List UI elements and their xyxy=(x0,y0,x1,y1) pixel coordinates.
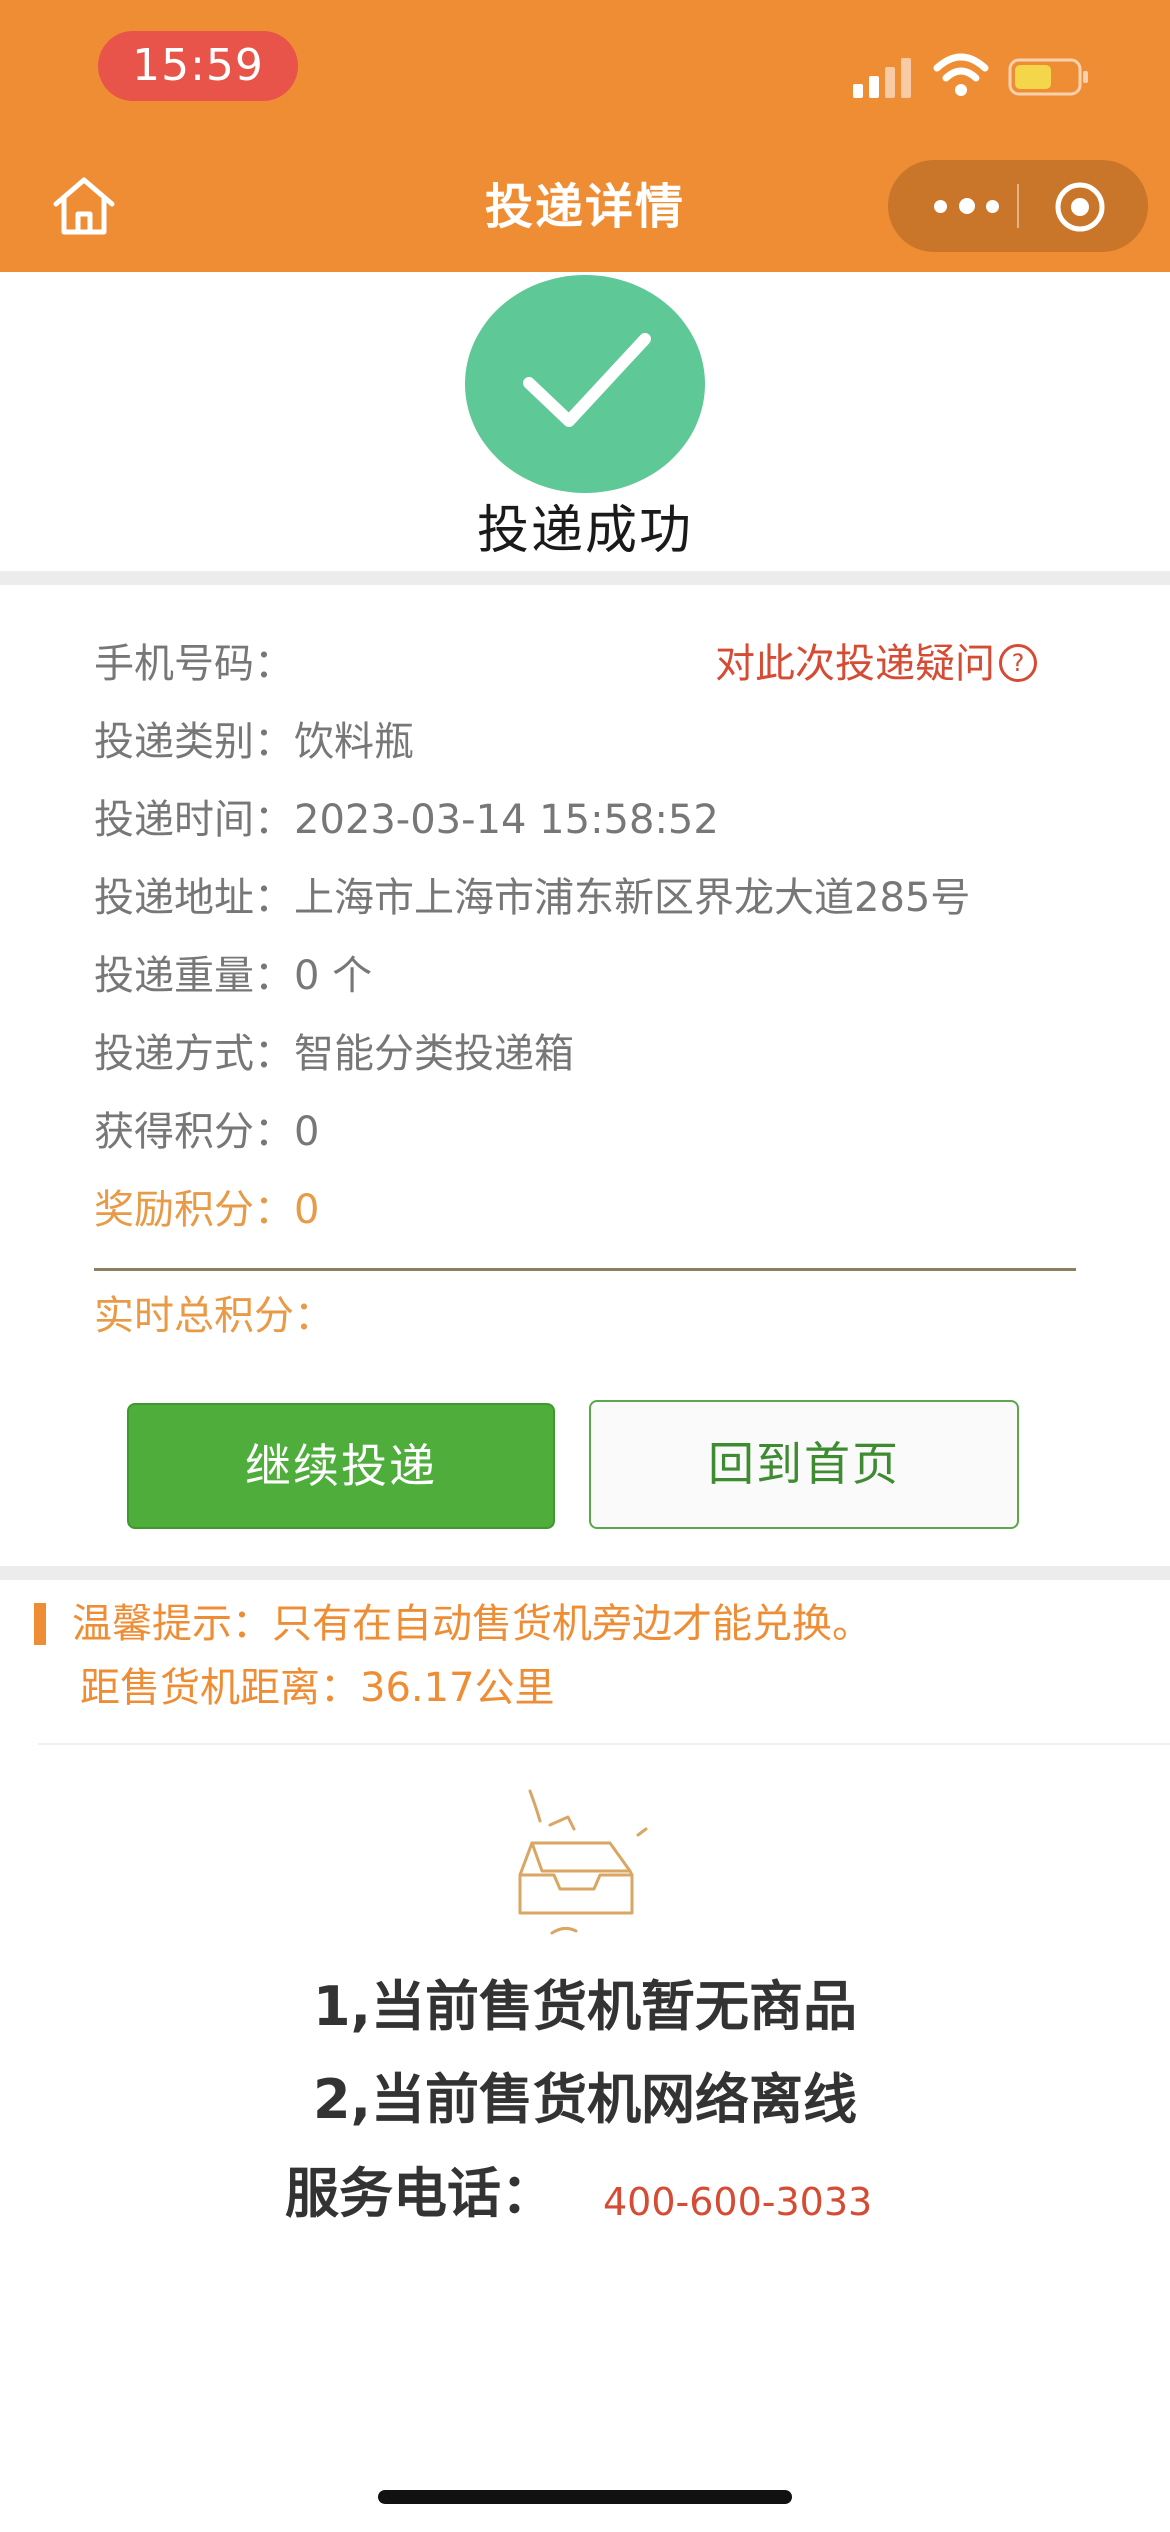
question-link-text: 对此次投递疑问 xyxy=(715,641,995,687)
address-row: 投递地址：上海市上海市浦东新区界龙大道285号 xyxy=(94,866,970,930)
address-label: 投递地址： xyxy=(94,875,294,921)
category-value: 饮料瓶 xyxy=(294,719,414,765)
category-row: 投递类别：饮料瓶 xyxy=(94,710,414,774)
tip-accent-bar xyxy=(34,1603,46,1645)
category-label: 投递类别： xyxy=(94,719,294,765)
weight-row: 投递重量：0 个 xyxy=(94,944,372,1008)
points-value: 0 xyxy=(294,1109,320,1155)
notice-offline: 2,当前售货机网络离线 xyxy=(312,2068,858,2131)
home-icon[interactable] xyxy=(50,174,118,238)
service-label: 服务电话： xyxy=(285,2162,555,2225)
time-label: 投递时间： xyxy=(94,797,294,843)
method-label: 投递方式： xyxy=(94,1031,294,1077)
tip-text: 温馨提示：只有在自动售货机旁边才能兑换。 xyxy=(72,1601,872,1647)
capsule-divider xyxy=(1017,184,1019,228)
section-divider-2 xyxy=(0,1566,1170,1580)
address-value: 上海市上海市浦东新区界龙大道285号 xyxy=(294,875,971,921)
question-link[interactable]: 对此次投递疑问? xyxy=(715,632,1037,696)
points-row: 获得积分：0 xyxy=(94,1100,319,1164)
success-badge xyxy=(465,275,705,493)
status-time: 15:59 xyxy=(98,31,298,101)
home-indicator[interactable] xyxy=(378,2490,792,2504)
phone-label: 手机号码： xyxy=(94,641,294,687)
method-value: 智能分类投递箱 xyxy=(294,1031,574,1077)
more-dots-icon[interactable] xyxy=(926,180,1006,232)
weight-label: 投递重量： xyxy=(94,953,294,999)
mini-program-capsule xyxy=(888,160,1148,252)
total-points-label: 实时总积分： xyxy=(94,1293,334,1339)
top-bar: 15:59 投递详情 xyxy=(0,0,1170,272)
service-phone-link[interactable]: 400-600-3033 xyxy=(603,2160,872,2244)
continue-delivery-button[interactable]: 继续投递 xyxy=(127,1403,555,1529)
target-circle-icon[interactable] xyxy=(1053,180,1107,234)
empty-box-icon xyxy=(518,1789,648,1935)
method-row: 投递方式：智能分类投递箱 xyxy=(94,1022,574,1086)
page-title: 投递详情 xyxy=(484,179,685,235)
details-divider xyxy=(94,1268,1076,1271)
phone-row: 手机号码： xyxy=(94,632,294,696)
total-points-row: 实时总积分： xyxy=(94,1284,334,1348)
battery-icon xyxy=(1008,58,1088,96)
back-home-button[interactable]: 回到首页 xyxy=(589,1400,1019,1529)
bonus-value: 0 xyxy=(294,1187,320,1233)
bonus-label: 奖励积分： xyxy=(94,1187,294,1233)
notice-no-goods: 1,当前售货机暂无商品 xyxy=(312,1975,858,2038)
bonus-row: 奖励积分：0 xyxy=(94,1178,319,1242)
distance-text: 距售货机距离：36.17公里 xyxy=(80,1665,555,1711)
success-text: 投递成功 xyxy=(476,501,693,561)
tip-divider xyxy=(38,1743,1170,1745)
wifi-icon xyxy=(933,53,989,96)
section-divider xyxy=(0,571,1170,585)
question-icon: ? xyxy=(999,644,1037,682)
time-value: 2023-03-14 15:58:52 xyxy=(294,797,719,843)
weight-value: 0 个 xyxy=(294,953,373,999)
time-row: 投递时间：2023-03-14 15:58:52 xyxy=(94,788,719,852)
signal-icon xyxy=(853,56,911,98)
points-label: 获得积分： xyxy=(94,1109,294,1155)
check-icon xyxy=(523,333,651,427)
